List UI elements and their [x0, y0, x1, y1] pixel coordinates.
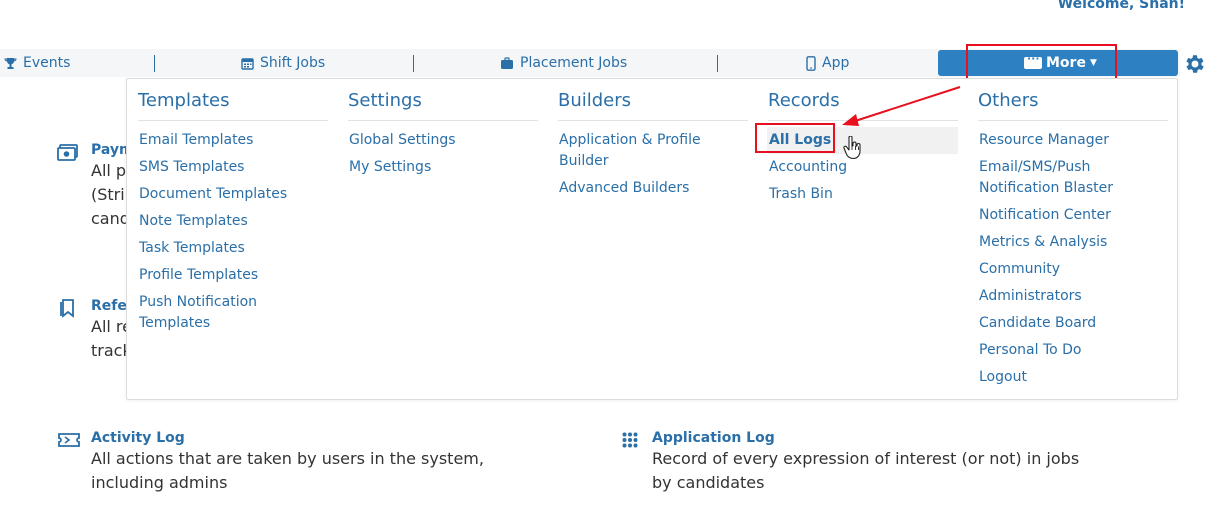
gear-icon[interactable] — [1182, 52, 1206, 76]
bookmark-icon — [59, 298, 77, 322]
activity-log-card: Activity Log All actions that are taken … — [91, 430, 484, 495]
all-logs-highlight-box — [755, 123, 835, 153]
application-log-title[interactable]: Application Log — [652, 430, 1079, 446]
menu-item-application-profile-builder[interactable]: Application & Profile — [557, 127, 748, 151]
menu-item-application-profile-builder[interactable]: Builder — [557, 151, 748, 175]
menu-item-community[interactable]: Community — [977, 256, 1168, 283]
nav-divider — [717, 55, 718, 72]
menu-heading: Settings — [348, 89, 538, 121]
menu-item-email-templates[interactable]: Email Templates — [137, 127, 328, 154]
more-highlight-box — [966, 44, 1117, 82]
activity-log-desc: All actions that are taken by users in t… — [91, 449, 484, 468]
mobile-phone-icon — [806, 55, 816, 71]
menu-item-push-notification-templates[interactable]: Templates — [137, 313, 328, 337]
welcome-message: Welcome, Shah! — [1057, 0, 1185, 12]
more-dropdown-menu: Templates Email Templates SMS Templates … — [126, 78, 1178, 400]
menu-heading: Templates — [138, 89, 328, 121]
menu-item-document-templates[interactable]: Document Templates — [137, 181, 328, 208]
menu-item-administrators[interactable]: Administrators — [977, 283, 1168, 310]
menu-item-sms-templates[interactable]: SMS Templates — [137, 154, 328, 181]
calendar-icon — [241, 57, 254, 70]
nav-divider — [413, 55, 414, 72]
menu-item-my-settings[interactable]: My Settings — [347, 154, 538, 181]
activity-log-desc: including admins — [91, 473, 228, 492]
hand-cursor-icon — [843, 135, 863, 164]
application-log-desc: by candidates — [652, 473, 765, 492]
nav-events-label: Events — [23, 55, 71, 71]
menu-item-personal-to-do[interactable]: Personal To Do — [977, 337, 1168, 364]
menu-heading: Builders — [558, 89, 748, 121]
nav-app-label: App — [822, 55, 850, 71]
menu-item-global-settings[interactable]: Global Settings — [347, 127, 538, 154]
nav-placement-jobs[interactable]: Placement Jobs — [500, 49, 627, 77]
menu-item-notification-center[interactable]: Notification Center — [977, 202, 1168, 229]
menu-item-candidate-board[interactable]: Candidate Board — [977, 310, 1168, 337]
menu-heading: Records — [768, 89, 958, 121]
application-log-card: Application Log Record of every expressi… — [652, 430, 1079, 495]
menu-heading: Others — [978, 89, 1168, 121]
menu-item-push-notification-templates[interactable]: Push Notification — [137, 289, 328, 313]
briefcase-icon — [500, 56, 514, 70]
menu-column-templates: Templates Email Templates SMS Templates … — [138, 89, 328, 337]
menu-item-notification-blaster[interactable]: Notification Blaster — [977, 178, 1168, 202]
activity-log-title[interactable]: Activity Log — [91, 430, 484, 446]
nav-placement-jobs-label: Placement Jobs — [520, 55, 628, 71]
menu-column-builders: Builders Application & Profile Builder A… — [558, 89, 748, 202]
application-log-desc: Record of every expression of interest (… — [652, 449, 1080, 468]
grid-dots-icon — [622, 432, 638, 452]
ticket-icon — [58, 432, 80, 452]
trophy-icon — [4, 57, 17, 70]
menu-item-profile-templates[interactable]: Profile Templates — [137, 262, 328, 289]
menu-item-metrics-analysis[interactable]: Metrics & Analysis — [977, 229, 1168, 256]
nav-app[interactable]: App — [806, 49, 849, 77]
menu-column-settings: Settings Global Settings My Settings — [348, 89, 538, 181]
money-icon — [57, 143, 79, 165]
menu-item-logout[interactable]: Logout — [977, 364, 1168, 391]
menu-column-others: Others Resource Manager Email/SMS/Push N… — [978, 89, 1168, 391]
menu-item-resource-manager[interactable]: Resource Manager — [977, 127, 1168, 154]
menu-item-notification-blaster[interactable]: Email/SMS/Push — [977, 154, 1168, 178]
menu-item-note-templates[interactable]: Note Templates — [137, 208, 328, 235]
menu-item-trash-bin[interactable]: Trash Bin — [767, 181, 958, 208]
nav-shift-jobs[interactable]: Shift Jobs — [241, 49, 325, 77]
nav-divider — [154, 55, 155, 72]
nav-events[interactable]: Events — [4, 49, 70, 77]
menu-item-task-templates[interactable]: Task Templates — [137, 235, 328, 262]
menu-item-advanced-builders[interactable]: Advanced Builders — [557, 175, 748, 202]
nav-shift-jobs-label: Shift Jobs — [260, 55, 326, 71]
